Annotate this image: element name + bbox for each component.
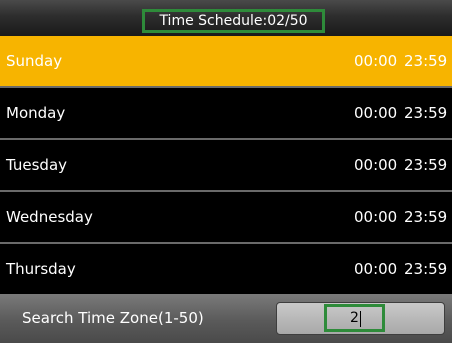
day-label: Sunday	[6, 52, 63, 70]
text-cursor	[360, 311, 361, 327]
day-label: Thursday	[6, 260, 76, 278]
end-time: 23:59	[404, 156, 448, 174]
day-label: Tuesday	[6, 156, 68, 174]
schedule-row-sunday[interactable]: Sunday 00:00 23:59	[0, 36, 452, 86]
search-bar: Search Time Zone(1-50)	[0, 294, 452, 343]
start-time: 00:00	[354, 208, 398, 226]
search-input-highlight[interactable]	[324, 304, 385, 332]
end-time: 23:59	[404, 52, 448, 70]
page-title: Time Schedule:02/50	[142, 9, 325, 33]
day-label: Monday	[6, 104, 66, 122]
day-label: Wednesday	[6, 208, 93, 226]
start-time: 00:00	[354, 260, 398, 278]
end-time: 23:59	[404, 104, 448, 122]
start-time: 00:00	[354, 52, 398, 70]
search-input[interactable]	[327, 307, 382, 329]
start-time: 00:00	[354, 104, 398, 122]
schedule-row-tuesday[interactable]: Tuesday 00:00 23:59	[0, 140, 452, 190]
end-time: 23:59	[404, 208, 448, 226]
schedule-row-wednesday[interactable]: Wednesday 00:00 23:59	[0, 192, 452, 242]
start-time: 00:00	[354, 156, 398, 174]
time-schedule-screen: Time Schedule:02/50 Sunday 00:00 23:59 M…	[0, 0, 452, 343]
end-time: 23:59	[404, 260, 448, 278]
title-bar: Time Schedule:02/50	[0, 0, 452, 36]
search-label: Search Time Zone(1-50)	[22, 309, 204, 327]
schedule-row-thursday[interactable]: Thursday 00:00 23:59	[0, 244, 452, 294]
schedule-list: Sunday 00:00 23:59 Monday 00:00 23:59 Tu…	[0, 36, 452, 294]
schedule-row-monday[interactable]: Monday 00:00 23:59	[0, 88, 452, 138]
